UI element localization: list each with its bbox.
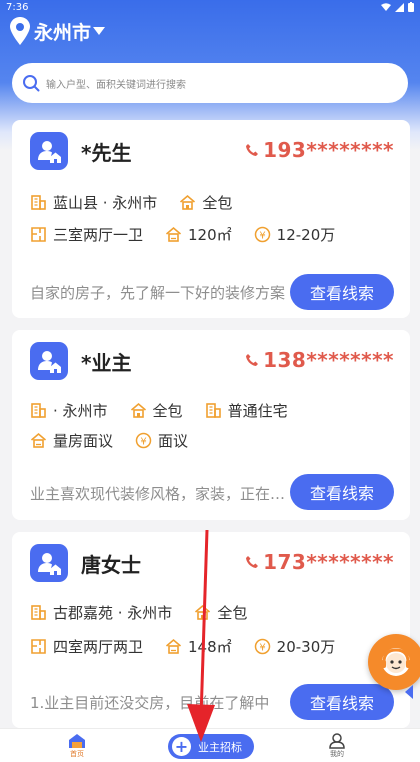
phone-number: 193********	[263, 138, 394, 162]
phone-display: 173********	[245, 550, 394, 574]
customer-service-button[interactable]	[368, 634, 420, 690]
avatar	[30, 342, 68, 380]
view-lead-button[interactable]: 查看线索	[290, 684, 394, 720]
svg-text:¥: ¥	[140, 437, 146, 448]
floorplan-icon	[31, 639, 46, 654]
listing-description: 1.业主目前还没交房，目前在了解中	[30, 694, 270, 712]
layout-item: 三室两厅一卫	[30, 224, 143, 245]
location-item: · 永州市	[30, 400, 108, 421]
tab-mine[interactable]: 我的	[328, 733, 346, 759]
status-time: 7:36	[6, 1, 29, 13]
svg-text:¥: ¥	[259, 643, 265, 654]
user-home-icon	[38, 553, 61, 575]
yuan-icon: ¥	[135, 432, 152, 449]
house-icon	[130, 402, 146, 418]
yuan-icon: ¥	[254, 638, 270, 655]
phone-icon	[246, 354, 259, 366]
phone-icon	[246, 144, 259, 156]
listing-description: 自家的房子，先了解一下好的装修方案	[30, 284, 286, 302]
search-placeholder: 输入户型、面积关键词进行搜索	[46, 79, 186, 91]
package-item: 全包	[179, 192, 232, 213]
city-selector[interactable]: 永州市	[10, 16, 106, 46]
listing-card[interactable]: 唐女士 173******** 古郡嘉苑 · 永州市 全包 四室两厅两卫 148…	[12, 532, 410, 728]
listing-card[interactable]: *先生 193******** 蓝山县 · 永州市 全包 三室两厅一卫 120㎡…	[12, 120, 410, 318]
avatar	[30, 544, 68, 582]
search-input[interactable]: 输入户型、面积关键词进行搜索	[12, 63, 408, 103]
house-icon	[180, 194, 196, 210]
view-lead-button[interactable]: 查看线索	[290, 274, 394, 310]
user-home-icon	[38, 141, 61, 163]
wifi-icon	[381, 2, 391, 11]
location-item: 古郡嘉苑 · 永州市	[30, 602, 172, 623]
status-icons	[381, 2, 414, 12]
building-icon	[205, 403, 221, 418]
area-item: 148㎡	[165, 636, 232, 657]
building-icon	[31, 403, 46, 418]
phone-display: 193********	[245, 138, 394, 162]
house-icon	[195, 604, 211, 620]
budget-item: ¥ 20-30万	[254, 636, 335, 657]
city-name: 永州市	[34, 21, 92, 44]
svg-text:¥: ¥	[259, 231, 265, 242]
area-house-icon	[165, 226, 182, 242]
status-bar: 7:36	[0, 0, 420, 14]
plus-icon: +	[172, 737, 191, 756]
battery-icon	[408, 2, 414, 12]
user-icon	[329, 733, 345, 749]
area-house-icon	[30, 432, 47, 448]
search-icon	[23, 75, 40, 92]
floorplan-icon	[31, 227, 46, 242]
signal-icon	[395, 2, 404, 12]
tab-home[interactable]: 首页	[68, 733, 86, 759]
side-drawer-handle[interactable]	[405, 685, 413, 699]
owner-name: *先生	[81, 140, 132, 165]
owner-name: *业主	[81, 350, 132, 375]
owner-name: 唐女士	[81, 552, 141, 577]
listing-description: 业主喜欢现代装修风格，家装，正在考虑	[30, 485, 292, 503]
package-item: 全包	[130, 400, 183, 421]
caret-down-icon	[93, 27, 106, 35]
package-item: 全包	[194, 602, 247, 623]
budget-item: ¥ 面议	[135, 430, 188, 451]
building-icon	[31, 195, 46, 210]
yuan-icon: ¥	[254, 226, 270, 243]
location-item: 蓝山县 · 永州市	[30, 192, 157, 213]
avatar	[30, 132, 68, 170]
budget-item: ¥ 12-20万	[254, 224, 335, 245]
phone-icon	[246, 556, 259, 568]
tab-owner-bidding-label: 业主招标	[198, 740, 242, 754]
area-house-icon	[165, 638, 182, 654]
home-icon	[69, 734, 85, 748]
property-type-item: 普通住宅	[205, 400, 288, 421]
building-icon	[31, 605, 46, 620]
area-item: 120㎡	[165, 224, 232, 245]
view-lead-button[interactable]: 查看线索	[290, 474, 394, 510]
location-pin-icon	[10, 17, 30, 45]
layout-item: 四室两厅两卫	[30, 636, 143, 657]
phone-display: 138********	[245, 348, 394, 372]
area-item: 量房面议	[30, 430, 113, 451]
listing-card[interactable]: *业主 138******** · 永州市 全包 普通住宅 量房面议 ¥ 面议 …	[12, 330, 410, 520]
customer-service-icon	[381, 648, 411, 676]
tab-owner-bidding[interactable]: + 业主招标	[168, 734, 254, 759]
bottom-navigation: 首页 + 业主招标 我的	[0, 728, 420, 762]
user-home-icon	[38, 351, 61, 373]
phone-number: 173********	[263, 550, 394, 574]
phone-number: 138********	[263, 348, 394, 372]
